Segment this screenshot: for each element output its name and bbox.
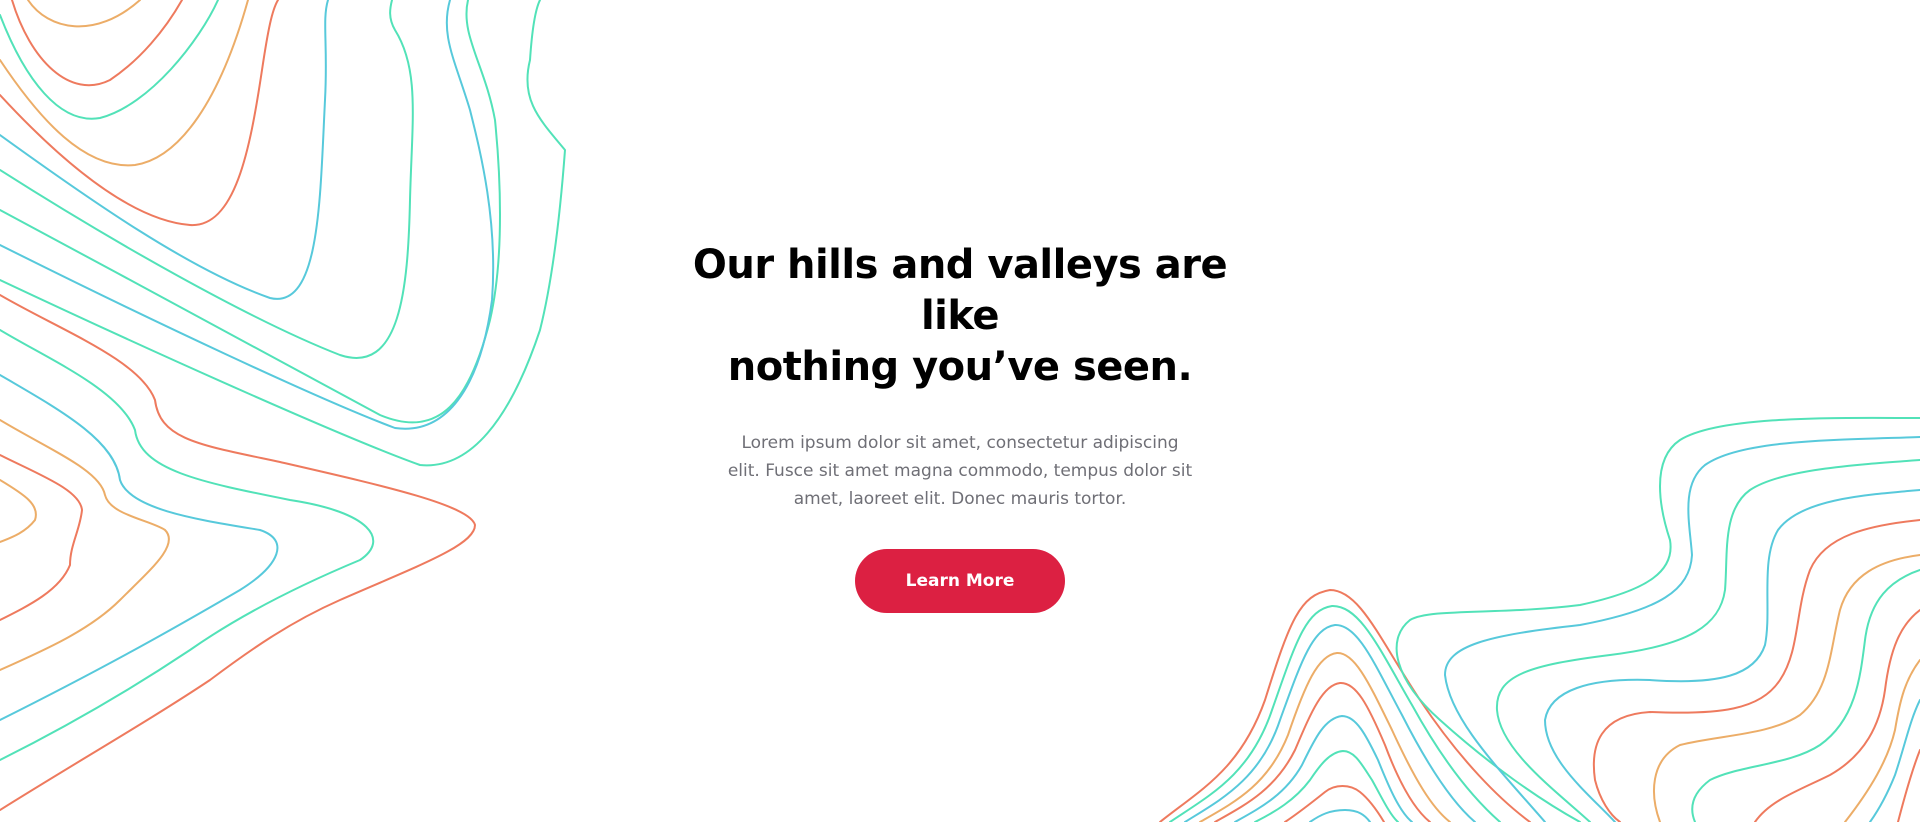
learn-more-button[interactable]: Learn More [855, 549, 1065, 613]
contour-line [1214, 681, 1431, 822]
contour-line [1754, 609, 1920, 822]
contour-line [0, 0, 501, 424]
left-contours [0, 0, 566, 811]
contour-line [0, 419, 170, 671]
hero-description: Lorem ipsum dolor sit amet, consectetur … [727, 433, 1193, 509]
contour-line [0, 0, 329, 300]
contour-line [0, 0, 249, 167]
contour-line [1159, 589, 1531, 822]
contour-line [1309, 809, 1371, 822]
contour-line [1199, 651, 1451, 822]
contour-line [0, 479, 37, 543]
right-contours [1159, 416, 1920, 822]
contour-line [1691, 569, 1920, 822]
hero-title: Our hills and valleys are like nothing y… [660, 240, 1260, 393]
contour-line [1653, 554, 1920, 822]
contour-line [1844, 659, 1920, 822]
contour-line [1395, 416, 1920, 822]
hero-section: Our hills and valleys are like nothing y… [0, 0, 1920, 822]
hero-title-line-2: nothing you’ve seen. [727, 344, 1193, 390]
contour-line [1592, 519, 1920, 822]
hero-content: Our hills and valleys are like nothing y… [660, 240, 1260, 613]
contour-line [0, 0, 279, 227]
hero-title-line-1: Our hills and valleys are like [692, 242, 1228, 339]
contour-line [0, 0, 219, 120]
contour-line [11, 0, 183, 87]
contour-line [1444, 436, 1920, 822]
contour-line [0, 0, 495, 430]
contour-line [0, 374, 279, 721]
contour-line [1897, 749, 1920, 822]
contour-line [1169, 604, 1501, 822]
contour-line [27, 0, 141, 28]
contour-line [1495, 459, 1920, 822]
